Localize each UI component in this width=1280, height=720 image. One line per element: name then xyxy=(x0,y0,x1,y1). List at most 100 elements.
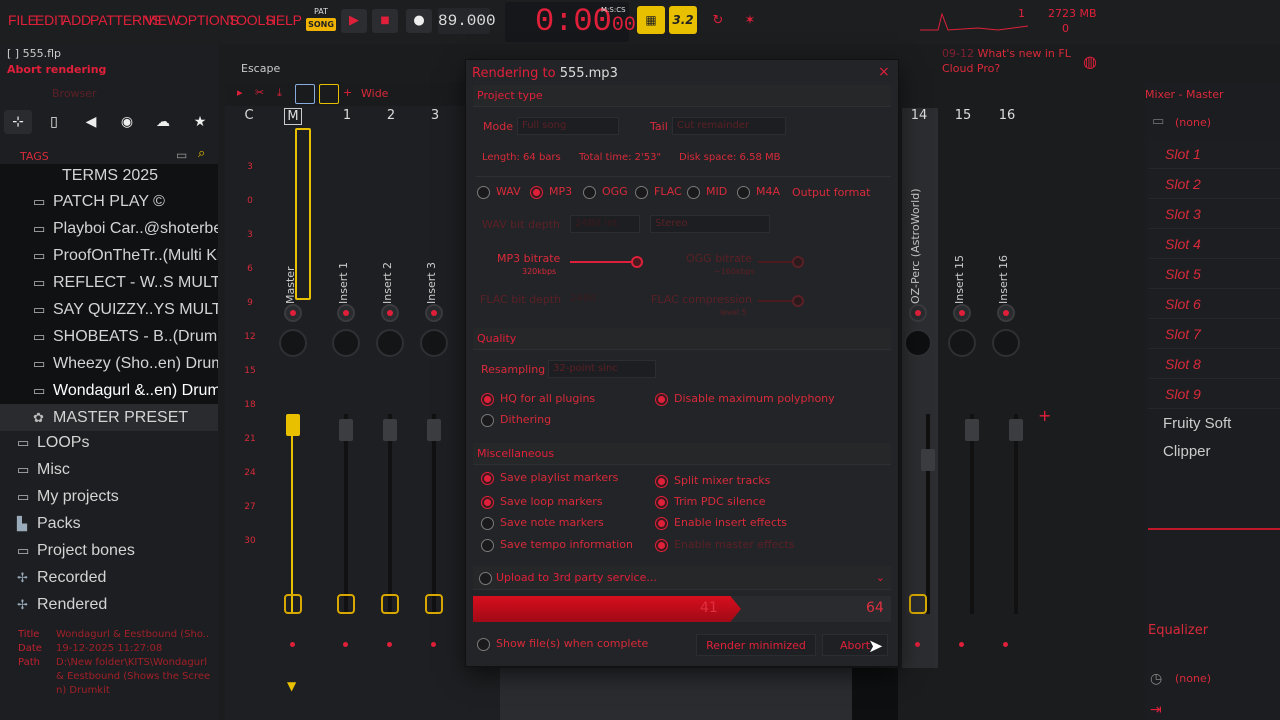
fx-toggle[interactable] xyxy=(284,304,302,322)
fx-toggle[interactable] xyxy=(909,304,927,322)
typing-keyboard-icon[interactable]: ▦ xyxy=(637,6,665,34)
fx-toggle[interactable] xyxy=(425,304,443,322)
mixer-arrow-icon[interactable]: ▸ xyxy=(237,86,243,99)
channel-number[interactable]: 2 xyxy=(376,108,406,123)
add-track-icon[interactable]: + xyxy=(1038,406,1051,425)
mp3-bitrate-knob[interactable] xyxy=(631,256,643,268)
record-icon[interactable]: ● xyxy=(406,9,432,33)
volume-fader[interactable] xyxy=(432,414,436,614)
mixer-view-mode[interactable]: Wide xyxy=(361,87,388,100)
stereo-select[interactable]: Stereo xyxy=(650,215,770,233)
route-dot[interactable] xyxy=(290,642,295,647)
route-dot[interactable] xyxy=(431,642,436,647)
output-selector[interactable]: (none) xyxy=(1175,672,1211,685)
pan-knob[interactable] xyxy=(992,329,1020,357)
volume-fader[interactable] xyxy=(388,414,392,614)
output-icon[interactable]: ⇥ xyxy=(1150,702,1162,718)
menu-view[interactable]: VIEW xyxy=(145,12,180,28)
news-panel[interactable]: 09-12 What's new in FL Cloud Pro? xyxy=(942,46,1071,76)
mp3-bitrate-slider[interactable] xyxy=(570,261,640,263)
option-enable-insert-effects[interactable]: Enable insert effects xyxy=(655,516,787,530)
pan-knob[interactable] xyxy=(948,329,976,357)
section-quality[interactable]: Quality xyxy=(473,328,891,350)
option-trim-pdc-silence[interactable]: Trim PDC silence xyxy=(655,495,766,509)
cloud-icon[interactable]: ☁ xyxy=(149,110,177,134)
browser-item[interactable]: ✿ MASTER PRESET xyxy=(0,404,218,431)
section-project-type[interactable]: Project type xyxy=(473,85,891,107)
record-arm-icon[interactable] xyxy=(381,594,399,614)
fx-slot[interactable]: Slot 3 xyxy=(1148,200,1280,229)
mixer-strip-insert-3[interactable]: Insert 3 xyxy=(415,124,455,664)
fx-slot[interactable]: Slot 5 xyxy=(1148,260,1280,289)
fader-cap[interactable] xyxy=(965,419,979,441)
pan-knob[interactable] xyxy=(904,329,932,357)
channel-number[interactable]: C xyxy=(234,108,264,123)
tempo-display[interactable]: 89.000 xyxy=(438,8,496,34)
fader-cap[interactable] xyxy=(427,419,441,441)
browser-item[interactable]: ▭ SHOBEATS - B..(Drumkits) xyxy=(0,323,218,350)
route-dot[interactable] xyxy=(915,642,920,647)
browser-folder[interactable]: ▙ Packs xyxy=(0,510,218,537)
format-mp3[interactable]: MP3 xyxy=(530,185,572,199)
fx-toggle[interactable] xyxy=(997,304,1015,322)
add-icon[interactable]: + xyxy=(343,86,352,99)
fader-cap[interactable] xyxy=(383,419,397,441)
format-mid[interactable]: MID xyxy=(687,185,727,199)
channel-number[interactable]: M xyxy=(284,108,302,125)
fx-toggle[interactable] xyxy=(953,304,971,322)
fx-slot[interactable]: Slot 4 xyxy=(1148,230,1280,259)
fader-cap[interactable] xyxy=(921,449,935,471)
mixer-strip-14[interactable]: OZ-Perc (AstroWorld) xyxy=(899,124,939,664)
volume-fader[interactable] xyxy=(291,414,293,614)
mixer-track-scroller[interactable] xyxy=(500,668,852,720)
format-ogg[interactable]: OGG xyxy=(583,185,628,199)
volume-fader[interactable] xyxy=(1014,414,1018,614)
wav-bit-depth-select[interactable]: 24Bit int xyxy=(570,215,640,233)
flac-compression-knob[interactable] xyxy=(792,295,804,307)
browser-item[interactable]: ▭ REFLECT - W..S MULTI KIT xyxy=(0,269,218,296)
option-dithering[interactable]: Dithering xyxy=(481,413,551,427)
option-save-tempo-info[interactable]: Save tempo information xyxy=(481,538,633,552)
upload-section[interactable]: Upload to 3rd party service... ⌄ xyxy=(473,566,891,590)
menu-file[interactable]: FILE xyxy=(8,12,37,28)
fx-slot[interactable]: Slot 2 xyxy=(1148,170,1280,199)
star-icon[interactable]: ★ xyxy=(186,110,214,134)
option-disable-max-polyphony[interactable]: Disable maximum polyphony xyxy=(655,392,835,406)
volume-fader[interactable] xyxy=(970,414,974,614)
fx-slot[interactable]: Slot 9 xyxy=(1148,380,1280,409)
section-miscellaneous[interactable]: Miscellaneous xyxy=(473,443,891,465)
pan-knob[interactable] xyxy=(420,329,448,357)
menu-help[interactable]: HELP xyxy=(266,12,302,28)
route-dot[interactable] xyxy=(387,642,392,647)
stop-icon[interactable]: ■ xyxy=(372,9,398,33)
loop-record-icon[interactable]: ↻ xyxy=(705,9,731,33)
metronome-icon[interactable]: ✶ xyxy=(737,9,763,33)
ogg-bitrate-knob[interactable] xyxy=(792,256,804,268)
browser-item[interactable]: ▭ ProofOnTheTr..(Multi Kit) xyxy=(0,242,218,269)
fx-slot[interactable]: Slot 6 xyxy=(1148,290,1280,319)
format-wav[interactable]: WAV xyxy=(477,185,521,199)
pat-song-toggle[interactable]: PAT SONG xyxy=(306,6,336,36)
browser-item[interactable]: ▭ Playboi Car..@shoterbeatz xyxy=(0,215,218,242)
mixer-track-scroller-end[interactable] xyxy=(852,668,898,720)
browser-item[interactable]: ▭ SAY QUIZZY..YS MULTI KIT xyxy=(0,296,218,323)
option-save-note-markers[interactable]: Save note markers xyxy=(481,516,604,530)
browser-folder[interactable]: ▭ Project bones xyxy=(0,537,218,564)
arrow-down-icon[interactable]: ▼ xyxy=(287,679,296,693)
mixer-strip-master[interactable]: Master xyxy=(274,124,314,664)
pattern-number[interactable]: 3.2 xyxy=(669,6,697,34)
fx-slot-plugin[interactable]: Fruity Soft Clipper xyxy=(1148,410,1280,460)
channel-number[interactable]: 15 xyxy=(948,108,978,123)
record-arm-icon[interactable] xyxy=(284,594,302,614)
volume-fader[interactable] xyxy=(344,414,348,614)
fx-toggle[interactable] xyxy=(337,304,355,322)
option-save-playlist-markers[interactable]: Save playlist markers xyxy=(481,471,618,485)
globe-icon[interactable]: ◍ xyxy=(1083,52,1097,71)
fader-cap[interactable] xyxy=(1009,419,1023,441)
browser-item[interactable]: ▭ PATCH PLAY © xyxy=(0,188,218,215)
mixer-strip-16[interactable]: Insert 16 xyxy=(987,124,1027,664)
play-icon[interactable]: ▶ xyxy=(341,9,367,33)
pan-knob[interactable] xyxy=(376,329,404,357)
channel-number[interactable]: 3 xyxy=(420,108,450,123)
plugin-icon[interactable]: ◉ xyxy=(113,110,141,134)
